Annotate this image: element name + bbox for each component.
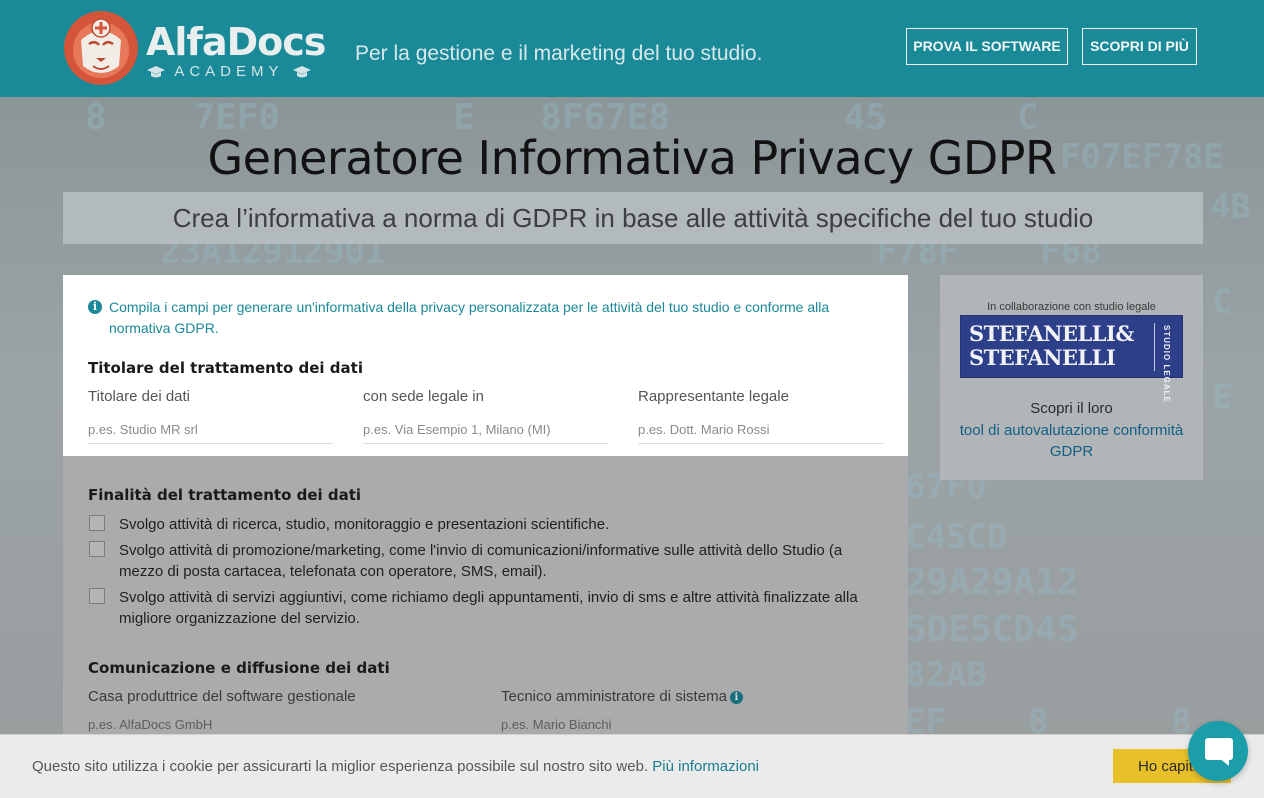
chat-bubble-icon — [1205, 738, 1233, 766]
gdpr-self-assessment-link[interactable]: tool di autovalutazione conformità GDPR — [940, 420, 1203, 462]
section-title-purpose: Finalità del trattamento dei dati — [88, 486, 362, 504]
stefanelli-logo-text: STEFANELLI& STEFANELLI — [969, 322, 1134, 370]
owner-label: Titolare dei dati — [88, 388, 190, 405]
purpose-label-services: Svolgo attività di servizi aggiuntivi, c… — [119, 589, 858, 627]
sysadmin-label: Tecnico amministratore di sistema i — [501, 687, 743, 707]
academy-label: ACADEMY — [174, 63, 284, 80]
legal-seat-input[interactable] — [363, 416, 608, 444]
bg-decoration: 29A29A12 — [905, 562, 1079, 603]
partner-caption: In collaborazione con studio legale — [987, 301, 1156, 313]
cookie-banner: Questo sito utilizza i cookie per assicu… — [0, 734, 1264, 798]
stefanelli-logo-line1: STEFANELLI& — [969, 321, 1134, 346]
info-icon-sysadmin[interactable]: i — [729, 691, 743, 704]
brand-subtitle: ACADEMY — [146, 62, 312, 82]
legal-seat-label: con sede legale in — [363, 388, 484, 405]
section-title-owner: Titolare del trattamento dei dati — [88, 359, 363, 377]
page-subtitle: Crea l’informativa a norma di GDPR in ba… — [172, 203, 1094, 233]
bg-decoration: 4B — [1210, 187, 1251, 227]
bg-decoration: 82AB — [905, 655, 987, 695]
section-title-communication: Comunicazione e diffusione dei dati — [88, 659, 390, 677]
header-tagline: Per la gestione e il marketing del tuo s… — [355, 42, 763, 65]
sysadmin-label-text: Tecnico amministratore di sistema — [501, 688, 727, 705]
try-software-button[interactable]: PROVA IL SOFTWARE — [906, 28, 1068, 65]
graduation-cap-icon-right — [293, 66, 312, 78]
stefanelli-logo-side: STUDIO LEGALE — [1154, 323, 1176, 403]
legal-rep-input[interactable] — [638, 416, 883, 444]
lion-logo-icon[interactable] — [63, 10, 139, 86]
purpose-checkbox-research[interactable] — [89, 515, 105, 531]
info-icon: i — [88, 300, 102, 314]
bg-decoration: C45CD — [905, 517, 1008, 557]
cookie-more-info-link[interactable]: Più informazioni — [652, 758, 759, 775]
stefanelli-logo-line2: STEFANELLI — [969, 345, 1116, 370]
software-vendor-label: Casa produttrice del software gestionale — [88, 688, 356, 705]
purpose-checkbox-services[interactable] — [89, 588, 105, 604]
site-header: AlfaDocs ACADEMY Per la gestione e il ma… — [0, 0, 1264, 97]
bg-decoration: C — [1212, 282, 1233, 322]
software-vendor-input[interactable] — [88, 715, 468, 735]
purpose-checkbox-marketing[interactable] — [89, 541, 105, 557]
studio-legale-label: STUDIO LEGALE — [1162, 325, 1171, 403]
purpose-label-research: Svolgo attività di ricerca, studio, moni… — [119, 516, 610, 533]
graduation-cap-icon — [147, 66, 165, 78]
partner-description: Scopri il loro — [1030, 400, 1113, 417]
sysadmin-input[interactable] — [501, 715, 881, 735]
chat-button[interactable] — [1188, 721, 1248, 781]
brand-name[interactable]: AlfaDocs — [146, 20, 326, 64]
owner-input[interactable] — [88, 416, 333, 444]
purpose-label-marketing: Svolgo attività di promozione/marketing,… — [119, 542, 843, 580]
bg-decoration: E — [1212, 377, 1233, 417]
legal-rep-label: Rappresentante legale — [638, 388, 789, 405]
form-info-text: Compila i campi per generare un'informat… — [109, 299, 830, 336]
bg-decoration: 5DE5CD45 — [905, 609, 1079, 650]
stefanelli-logo[interactable]: STEFANELLI& STEFANELLI STUDIO LEGALE — [960, 315, 1183, 403]
cookie-text: Questo sito utilizza i cookie per assicu… — [32, 757, 759, 777]
cookie-message: Questo sito utilizza i cookie per assicu… — [32, 758, 649, 775]
discover-more-button[interactable]: SCOPRI DI PIÙ — [1082, 28, 1197, 65]
page-title: Generatore Informativa Privacy GDPR — [207, 131, 1057, 185]
